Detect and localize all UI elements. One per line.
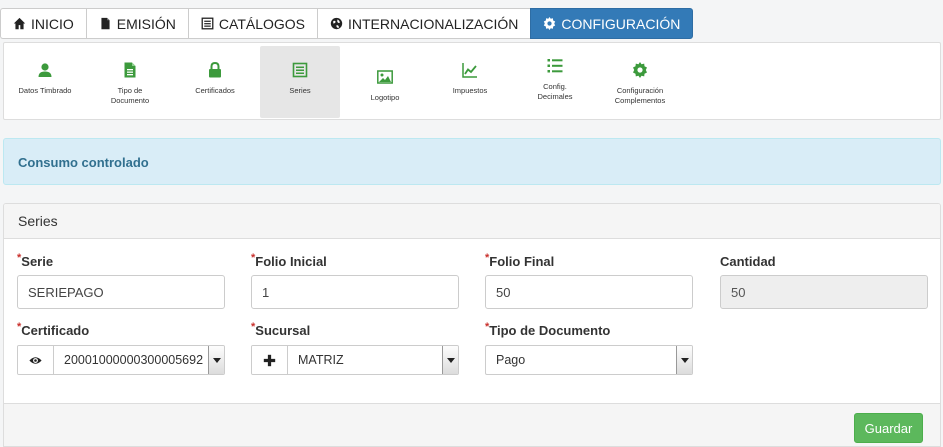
required-marker: * — [251, 252, 256, 264]
required-marker: * — [251, 321, 256, 333]
tipo-documento-label: *Tipo de Documento — [485, 321, 611, 338]
subnav-impuestos[interactable]: Impuestos — [430, 46, 510, 118]
tab-label: EMISIÓN — [116, 15, 176, 32]
serie-label: *Serie — [17, 252, 54, 269]
config-subnav: Datos Timbrado Tipo de Documento Certifi… — [3, 42, 941, 120]
dropdown-toggle[interactable] — [442, 346, 458, 374]
cantidad-input: 50 — [720, 275, 928, 309]
series-panel: Series *Serie *Folio Inicial *Folio Fina… — [3, 203, 941, 447]
subnav-label: Configuración Complementos — [614, 86, 666, 105]
subnav-label: Tipo de Documento — [110, 86, 150, 105]
image-icon — [377, 69, 393, 84]
save-button[interactable]: Guardar — [854, 413, 923, 443]
plus-icon — [263, 354, 276, 366]
info-alert: Consumo controlado — [3, 138, 941, 185]
tab-internacionalizacion[interactable]: INTERNACIONALIZACIÓN — [317, 8, 531, 39]
list-ordered-icon — [547, 58, 563, 72]
tab-emision[interactable]: EMISIÓN — [85, 8, 188, 39]
panel-footer: Guardar — [4, 403, 940, 446]
certificado-value: 20001000000300005692 — [64, 353, 204, 367]
document-icon — [124, 62, 136, 77]
subnav-series[interactable]: Series — [260, 46, 340, 118]
globe-icon — [330, 17, 343, 30]
tipo-documento-value: Pago — [496, 353, 526, 367]
subnav-label: Certificados — [195, 86, 235, 95]
required-marker: * — [17, 252, 22, 264]
subnav-tipo-documento[interactable]: Tipo de Documento — [90, 46, 170, 118]
dropdown-toggle[interactable] — [208, 346, 224, 374]
subnav-label: Logotipo — [370, 93, 400, 102]
tab-label: INICIO — [31, 15, 74, 32]
tab-configuracion[interactable]: CONFIGURACIÓN — [530, 8, 694, 39]
tab-catalogos[interactable]: CATÁLOGOS — [187, 8, 317, 39]
subnav-datos-timbrado[interactable]: Datos Timbrado — [5, 46, 85, 118]
certificado-label: *Certificado — [17, 321, 90, 338]
gear-icon — [544, 17, 556, 30]
view-certificate-button[interactable] — [18, 346, 54, 374]
folio-inicial-label: *Folio Inicial — [251, 252, 327, 269]
subnav-logotipo[interactable]: Logotipo — [345, 46, 425, 118]
caret-down-icon — [446, 357, 455, 363]
folio-final-label: *Folio Final — [485, 252, 555, 269]
subnav-label: Impuestos — [452, 86, 488, 95]
alert-text: Consumo controlado — [18, 155, 149, 170]
lock-icon — [209, 61, 221, 77]
list-icon — [201, 17, 214, 30]
list-icon — [292, 62, 308, 77]
folio-final-input[interactable]: 50 — [485, 275, 693, 309]
subnav-label: Datos Timbrado — [18, 86, 72, 95]
gear-icon — [633, 61, 647, 78]
caret-down-icon — [212, 357, 221, 363]
required-marker: * — [485, 252, 490, 264]
folio-inicial-input[interactable]: 1 — [251, 275, 459, 309]
tab-inicio[interactable]: INICIO — [0, 8, 86, 39]
serie-input[interactable]: SERIEPAGO — [17, 275, 225, 309]
subnav-certificados[interactable]: Certificados — [175, 46, 255, 118]
required-marker: * — [17, 321, 22, 333]
subnav-config-decimales[interactable]: Config. Decimales — [515, 46, 595, 118]
certificado-select[interactable]: 20001000000300005692 — [17, 345, 225, 375]
caret-down-icon — [680, 357, 689, 363]
tab-label: INTERNACIONALIZACIÓN — [348, 15, 519, 32]
sucursal-value: MATRIZ — [298, 353, 344, 367]
required-marker: * — [485, 321, 490, 333]
cantidad-label: Cantidad — [720, 254, 776, 269]
home-icon — [13, 17, 26, 30]
add-sucursal-button[interactable] — [252, 346, 288, 374]
eye-icon — [29, 356, 42, 364]
chart-line-icon — [462, 62, 477, 78]
tipo-documento-select[interactable]: Pago — [485, 345, 693, 375]
sucursal-select[interactable]: MATRIZ — [251, 345, 459, 375]
file-icon — [101, 17, 110, 30]
subnav-label: Series — [289, 86, 311, 95]
dropdown-toggle[interactable] — [676, 346, 692, 374]
panel-title: Series — [4, 204, 940, 239]
subnav-label: Config. Decimales — [537, 82, 573, 101]
tab-label: CONFIGURACIÓN — [561, 15, 681, 32]
user-icon — [38, 62, 52, 77]
top-navigation: INICIO EMISIÓN CATÁLOGOS INTERNACIONALIZ… — [0, 8, 943, 39]
sucursal-label: *Sucursal — [251, 321, 311, 338]
subnav-configuracion-complementos[interactable]: Configuración Complementos — [600, 46, 680, 118]
tab-label: CATÁLOGOS — [218, 15, 305, 32]
